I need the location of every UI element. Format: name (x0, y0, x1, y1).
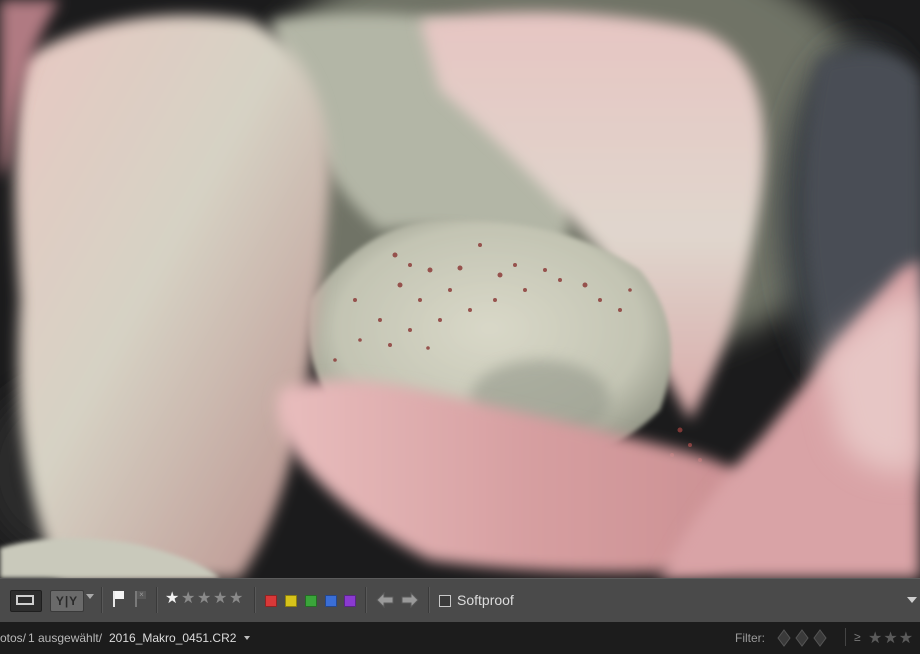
before-after-dropdown-icon[interactable] (86, 594, 94, 599)
color-label-red[interactable] (265, 595, 277, 607)
star-5-icon[interactable]: ★ (229, 590, 243, 608)
source-path[interactable]: otos/ (0, 631, 26, 645)
softproof-label[interactable]: Softproof (457, 592, 514, 608)
before-after-icon: Y|Y (55, 594, 79, 608)
star-1-icon[interactable]: ★ (165, 590, 179, 608)
filename-label[interactable]: 2016_Makro_0451.CR2 (109, 631, 236, 645)
next-photo-button[interactable] (399, 589, 421, 611)
star-3-icon[interactable]: ★ (197, 590, 211, 608)
filename-dropdown-icon[interactable] (244, 636, 250, 640)
color-label-blue[interactable] (325, 595, 337, 607)
arrow-right-icon (401, 591, 419, 609)
color-label-purple[interactable] (344, 595, 356, 607)
softproof-checkbox[interactable] (439, 595, 451, 607)
filter-label: Filter: (735, 631, 765, 645)
macro-succulent-photo (0, 0, 920, 578)
flag-filter-icons[interactable] (776, 628, 836, 648)
toolbar-content-menu-icon[interactable] (907, 597, 917, 603)
filmstrip-bar: otos/ 1 ausgewählt/ 2016_Makro_0451.CR2 … (0, 622, 920, 654)
loupe-toolbar: Y|Y × ★ ★ ★ ★ ★ Softproof (0, 578, 920, 622)
color-label-green[interactable] (305, 595, 317, 607)
rating-filter-compare[interactable]: ≥ (854, 630, 861, 644)
before-after-button[interactable]: Y|Y (50, 590, 84, 612)
loupe-view-icon (16, 595, 34, 605)
flag-reject-icon[interactable]: × (134, 591, 148, 609)
color-label-yellow[interactable] (285, 595, 297, 607)
rating-filter-stars-icon[interactable]: ★★★ (868, 628, 914, 648)
selection-count: 1 ausgewählt/ (28, 631, 103, 645)
photo-viewer[interactable] (0, 0, 920, 578)
star-2-icon[interactable]: ★ (181, 590, 195, 608)
flag-pick-icon[interactable] (112, 591, 126, 609)
arrow-left-icon (376, 591, 394, 609)
star-4-icon[interactable]: ★ (213, 590, 227, 608)
previous-photo-button[interactable] (374, 589, 396, 611)
loupe-view-button[interactable] (10, 590, 42, 612)
